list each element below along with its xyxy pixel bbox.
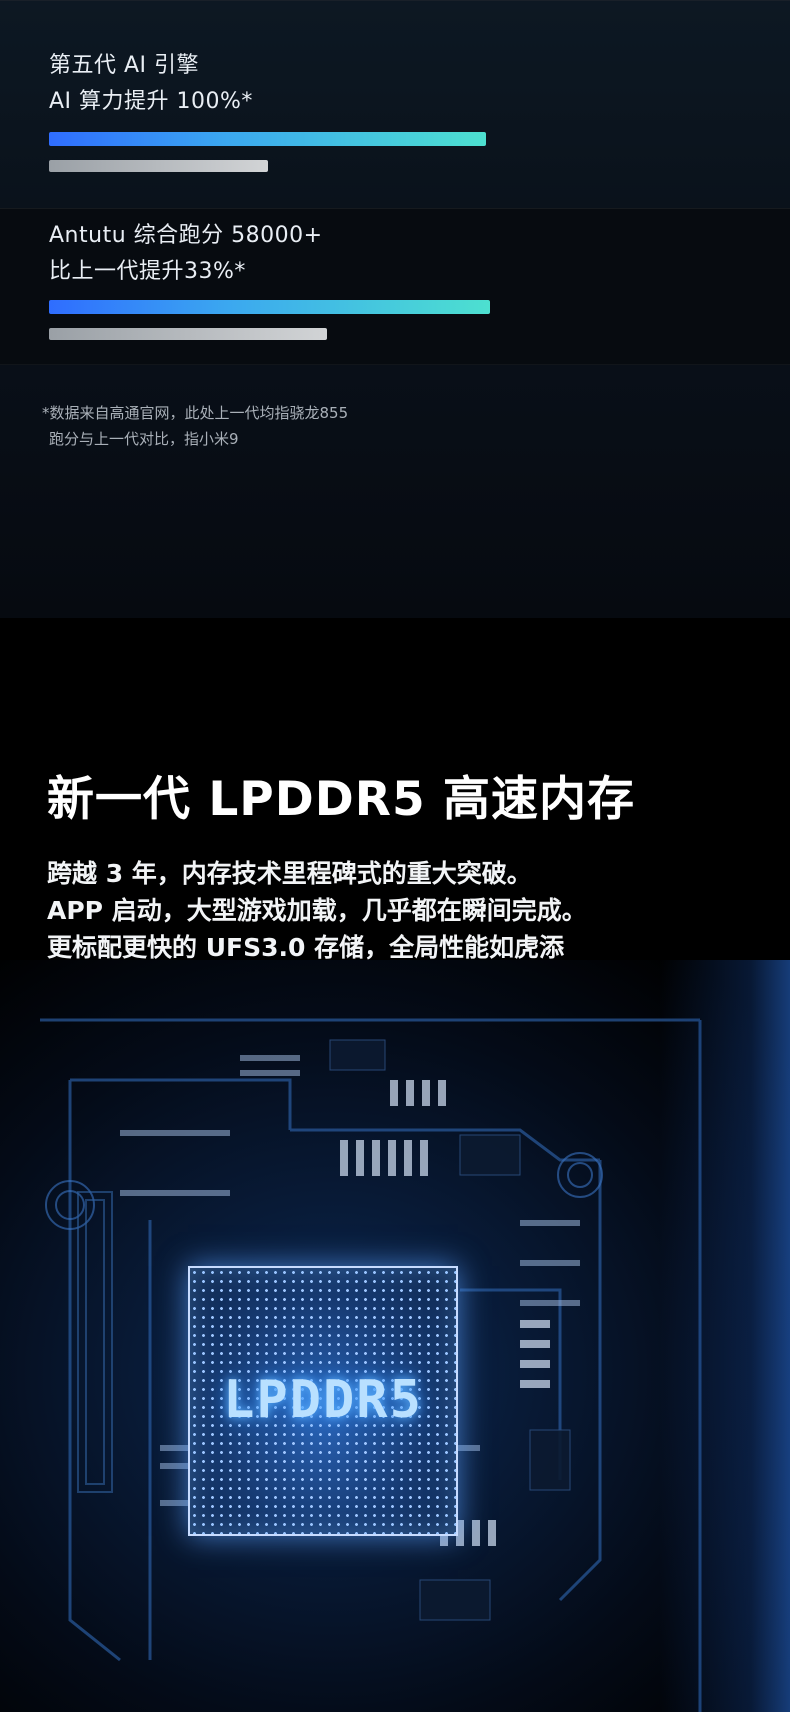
ai-engine-title: 第五代 AI 引擎 — [49, 53, 200, 78]
antutu-new-gen-bar — [49, 300, 490, 314]
memory-headline: 新一代 LPDDR5 高速内存 — [47, 772, 636, 827]
circuit-board-illustration: LPDDR5 — [0, 960, 790, 1712]
antutu-card: Antutu 综合跑分 58000+ 比上一代提升33%* — [0, 208, 790, 365]
antutu-prev-gen-bar — [49, 328, 327, 340]
description-line: 跨越 3 年，内存技术里程碑式的重大突破。 — [47, 859, 532, 888]
performance-section: 第五代 AI 引擎 AI 算力提升 100%* Antutu 综合跑分 5800… — [0, 0, 790, 618]
footnote-line-2: 跑分与上一代对比，指小米9 — [49, 430, 239, 448]
antutu-improvement: 比上一代提升33%* — [49, 259, 246, 284]
description-line: APP 启动，大型游戏加载，几乎都在瞬间完成。 — [47, 896, 587, 925]
chip-label: LPDDR5 — [223, 1370, 423, 1430]
ai-prev-gen-bar — [49, 160, 268, 172]
antutu-score: Antutu 综合跑分 58000+ — [49, 223, 323, 248]
side-glow — [660, 960, 790, 1712]
ai-compute-stat: AI 算力提升 100%* — [49, 89, 253, 114]
ai-engine-card: 第五代 AI 引擎 AI 算力提升 100%* — [0, 0, 790, 209]
lpddr5-chip: LPDDR5 — [188, 1266, 458, 1536]
ai-new-gen-bar — [49, 132, 486, 146]
footnote-line-1: *数据来自高通官网，此处上一代均指骁龙855 — [42, 404, 349, 422]
